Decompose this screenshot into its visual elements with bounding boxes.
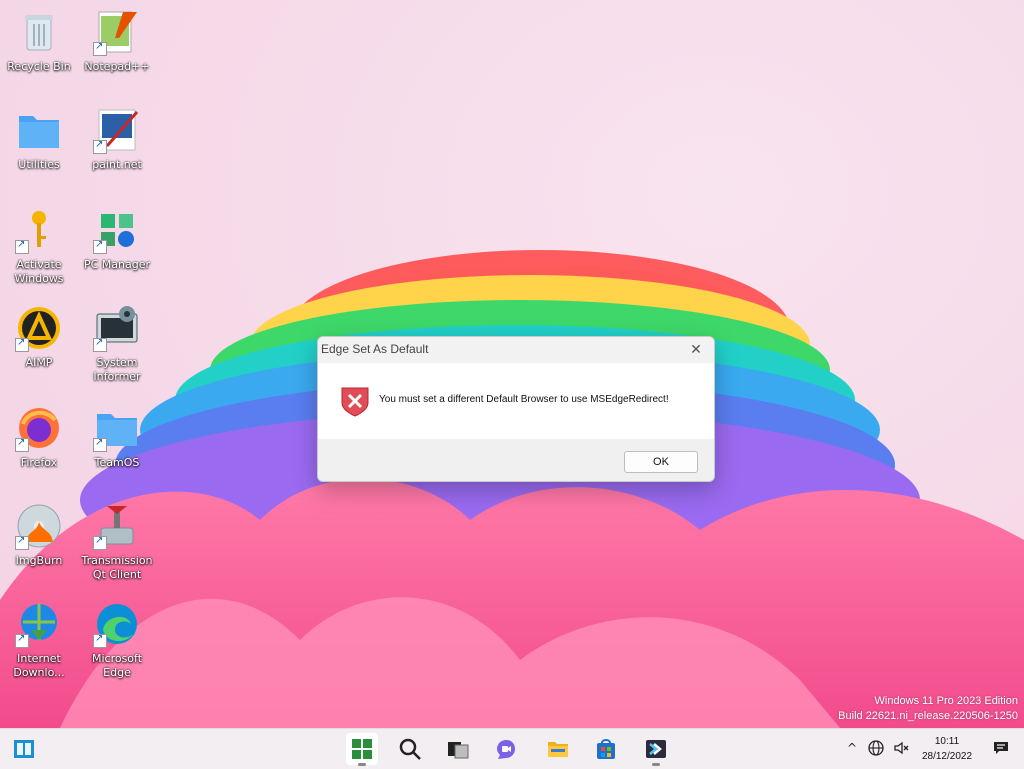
desktop-icon-system-informer[interactable]: System Informer [78,304,156,384]
close-icon[interactable]: ✕ [686,340,706,360]
desktop-icon-label: TeamOS [94,456,140,469]
microsoft-store-icon [597,739,615,759]
desktop-icon-label: Activate Windows [14,258,64,285]
ok-button[interactable]: OK [624,451,698,473]
desktop-icon-microsoft-edge[interactable]: Microsoft Edge [78,600,156,680]
task-view-button[interactable] [442,733,474,765]
taskbar: ^ 10:11 28/12/2022 [0,728,1024,769]
task-view-icon [448,742,469,759]
system-clock[interactable]: 10:11 28/12/2022 [915,734,979,764]
show-hidden-icons-button[interactable]: ^ [843,739,861,757]
search-button[interactable] [394,733,426,765]
desktop-icon-label: ImgBurn [15,554,63,567]
file-explorer-button[interactable] [542,733,574,765]
desktop-icon-label: Internet Downlo... [13,652,65,679]
start-button[interactable] [346,733,378,766]
desktop-icon-pc-manager[interactable]: PC Manager [78,206,156,272]
file-explorer-icon [548,742,568,757]
notification-center-icon[interactable] [992,739,1010,757]
desktop-icon-internet-download-manager[interactable]: Internet Downlo... [0,600,78,680]
desktop-icon-notepad-plus-plus[interactable]: Notepad++ [78,8,156,74]
watermark-edition: Windows 11 Pro 2023 Edition [874,695,1019,707]
desktop-icon-aimp[interactable]: AIMP [0,304,78,370]
desktop-icon-imgburn[interactable]: ImgBurn [0,502,78,568]
dialog-message: You must set a different Default Browser… [379,394,669,405]
dialog-footer: OK [318,439,714,481]
desktop-icon-label: Transmission Qt Client [81,554,153,581]
windows-watermark: Windows 11 Pro 2023 Edition Build 22621.… [838,694,1018,724]
start-icon [352,739,372,759]
desktop-icon-label: System Informer [93,356,141,383]
search-icon [399,738,421,760]
network-globe-icon[interactable] [867,739,885,757]
desktop-icon-label: Firefox [20,456,58,469]
desktop-icon-recycle-bin[interactable]: Recycle Bin [0,8,78,74]
desktop-icon-transmission[interactable]: Transmission Qt Client [78,502,156,582]
widgets-button[interactable] [8,733,40,765]
desktop-icon-label: Recycle Bin [7,60,71,73]
widgets-icon [14,740,34,758]
recycle-bin-icon [25,15,53,51]
folder-icon [19,116,59,148]
chat-icon [497,740,515,759]
desktop-icon-label: Notepad++ [84,60,150,73]
watermark-build: Build 22621.ni_release.220506-1250 [838,710,1018,722]
edge-set-as-default-dialog: Edge Set As Default ✕ You must set a dif… [317,336,715,482]
clock-time: 10:11 [934,736,960,747]
dialog-body: You must set a different Default Browser… [318,363,714,439]
desktop-icon-activate-windows[interactable]: Activate Windows [0,206,78,286]
desktop-icon-label: AIMP [25,356,53,369]
powershell-button[interactable] [640,733,672,766]
microsoft-store-button[interactable] [590,733,622,765]
desktop-icon-utilities[interactable]: Utilities [0,106,78,172]
error-shield-icon [341,387,369,417]
desktop-icon-firefox[interactable]: Firefox [0,404,78,470]
desktop-icon-label: paint.net [92,158,142,171]
clock-date: 28/12/2022 [921,751,973,762]
volume-muted-icon[interactable] [892,739,910,757]
desktop-icon-label: Microsoft Edge [91,652,143,679]
dialog-title: Edge Set As Default [318,337,714,363]
desktop-icon-paint-net[interactable]: paint.net [78,106,156,172]
chat-button[interactable] [490,733,522,765]
desktop-icon-teamos[interactable]: TeamOS [78,404,156,470]
desktop-icon-label: PC Manager [83,258,151,271]
powershell-icon [646,740,666,758]
desktop-icon-label: Utilities [18,158,60,171]
